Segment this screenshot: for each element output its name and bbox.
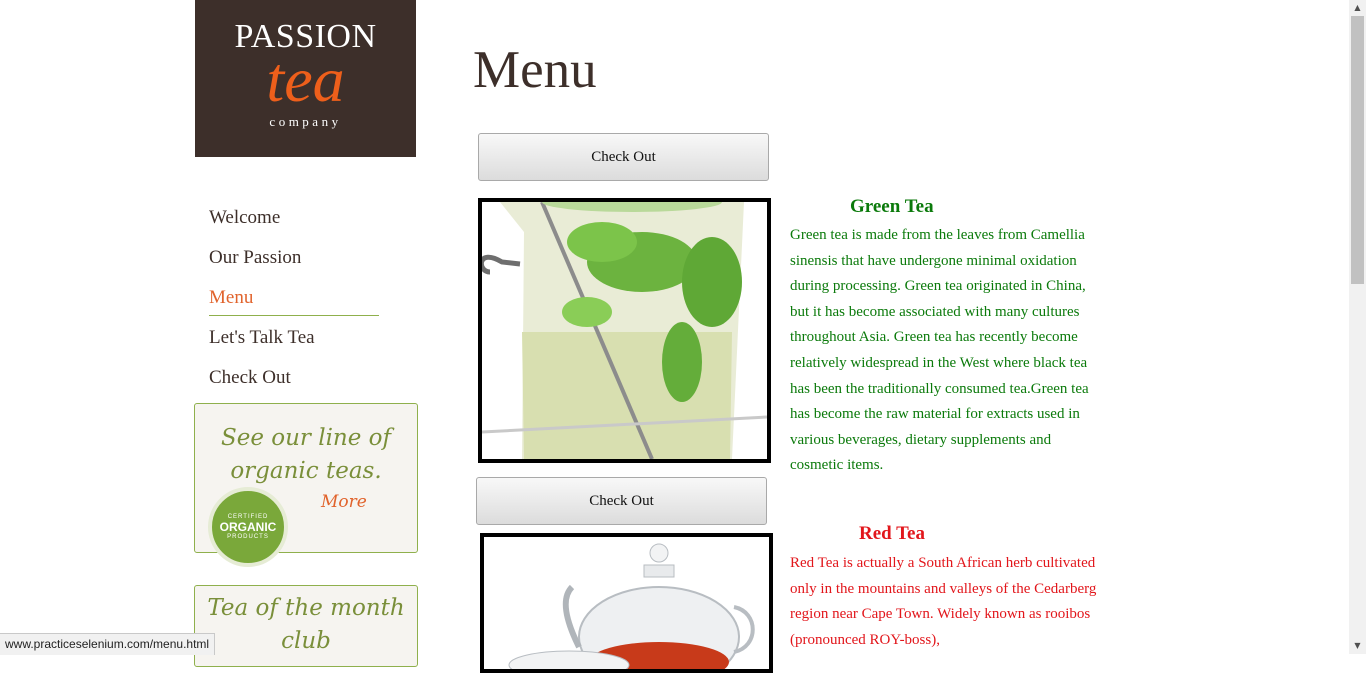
green-tea-title: Green Tea [850, 196, 934, 217]
nav-item-check-out[interactable]: Check Out [209, 363, 379, 403]
scroll-down-icon[interactable]: ▼ [1349, 638, 1366, 654]
green-tea-description: Green tea is made from the leaves from C… [790, 227, 1089, 474]
nav-item-welcome[interactable]: Welcome [209, 203, 379, 243]
organic-badge-icon: CERTIFIED ORGANIC PRODUCTS [208, 487, 288, 567]
logo-tea: tea [266, 44, 345, 115]
scroll-up-icon[interactable]: ▲ [1349, 0, 1366, 16]
organic-teas-text: See our line of organic teas. [220, 425, 392, 484]
status-bar-url: www.practiceselenium.com/menu.html [0, 633, 216, 655]
logo[interactable]: PASSION tea company [195, 0, 416, 157]
more-link[interactable]: More [321, 492, 367, 512]
nav-item-lets-talk-tea[interactable]: Let's Talk Tea [209, 323, 379, 363]
scrollbar-thumb[interactable] [1351, 16, 1364, 284]
logo-company: company [269, 114, 342, 129]
nav-item-our-passion[interactable]: Our Passion [209, 243, 379, 283]
check-out-button-2[interactable]: Check Out [476, 477, 767, 525]
page-title: Menu [473, 41, 597, 99]
green-tea-image [478, 198, 771, 463]
check-out-button[interactable]: Check Out [478, 133, 769, 181]
red-tea-title: Red Tea [859, 523, 925, 544]
nav-item-menu[interactable]: Menu [209, 283, 379, 316]
vertical-scrollbar[interactable]: ▲ ▼ [1349, 0, 1366, 654]
badge-products-text: PRODUCTS [227, 534, 269, 540]
tea-of-month-promo[interactable]: Tea of the month club [194, 585, 418, 667]
green-tea-glass-illustration [482, 202, 767, 459]
red-tea-teapot-illustration [484, 537, 769, 669]
tea-of-month-text: Tea of the month club [207, 595, 405, 654]
main-nav: Welcome Our Passion Menu Let's Talk Tea … [209, 203, 379, 403]
red-tea-description: Red Tea is actually a South African herb… [790, 555, 1097, 648]
organic-teas-promo[interactable]: See our line of organic teas. More CERTI… [194, 403, 418, 567]
badge-organic-text: ORGANIC [219, 520, 277, 534]
red-tea-image [480, 533, 773, 673]
